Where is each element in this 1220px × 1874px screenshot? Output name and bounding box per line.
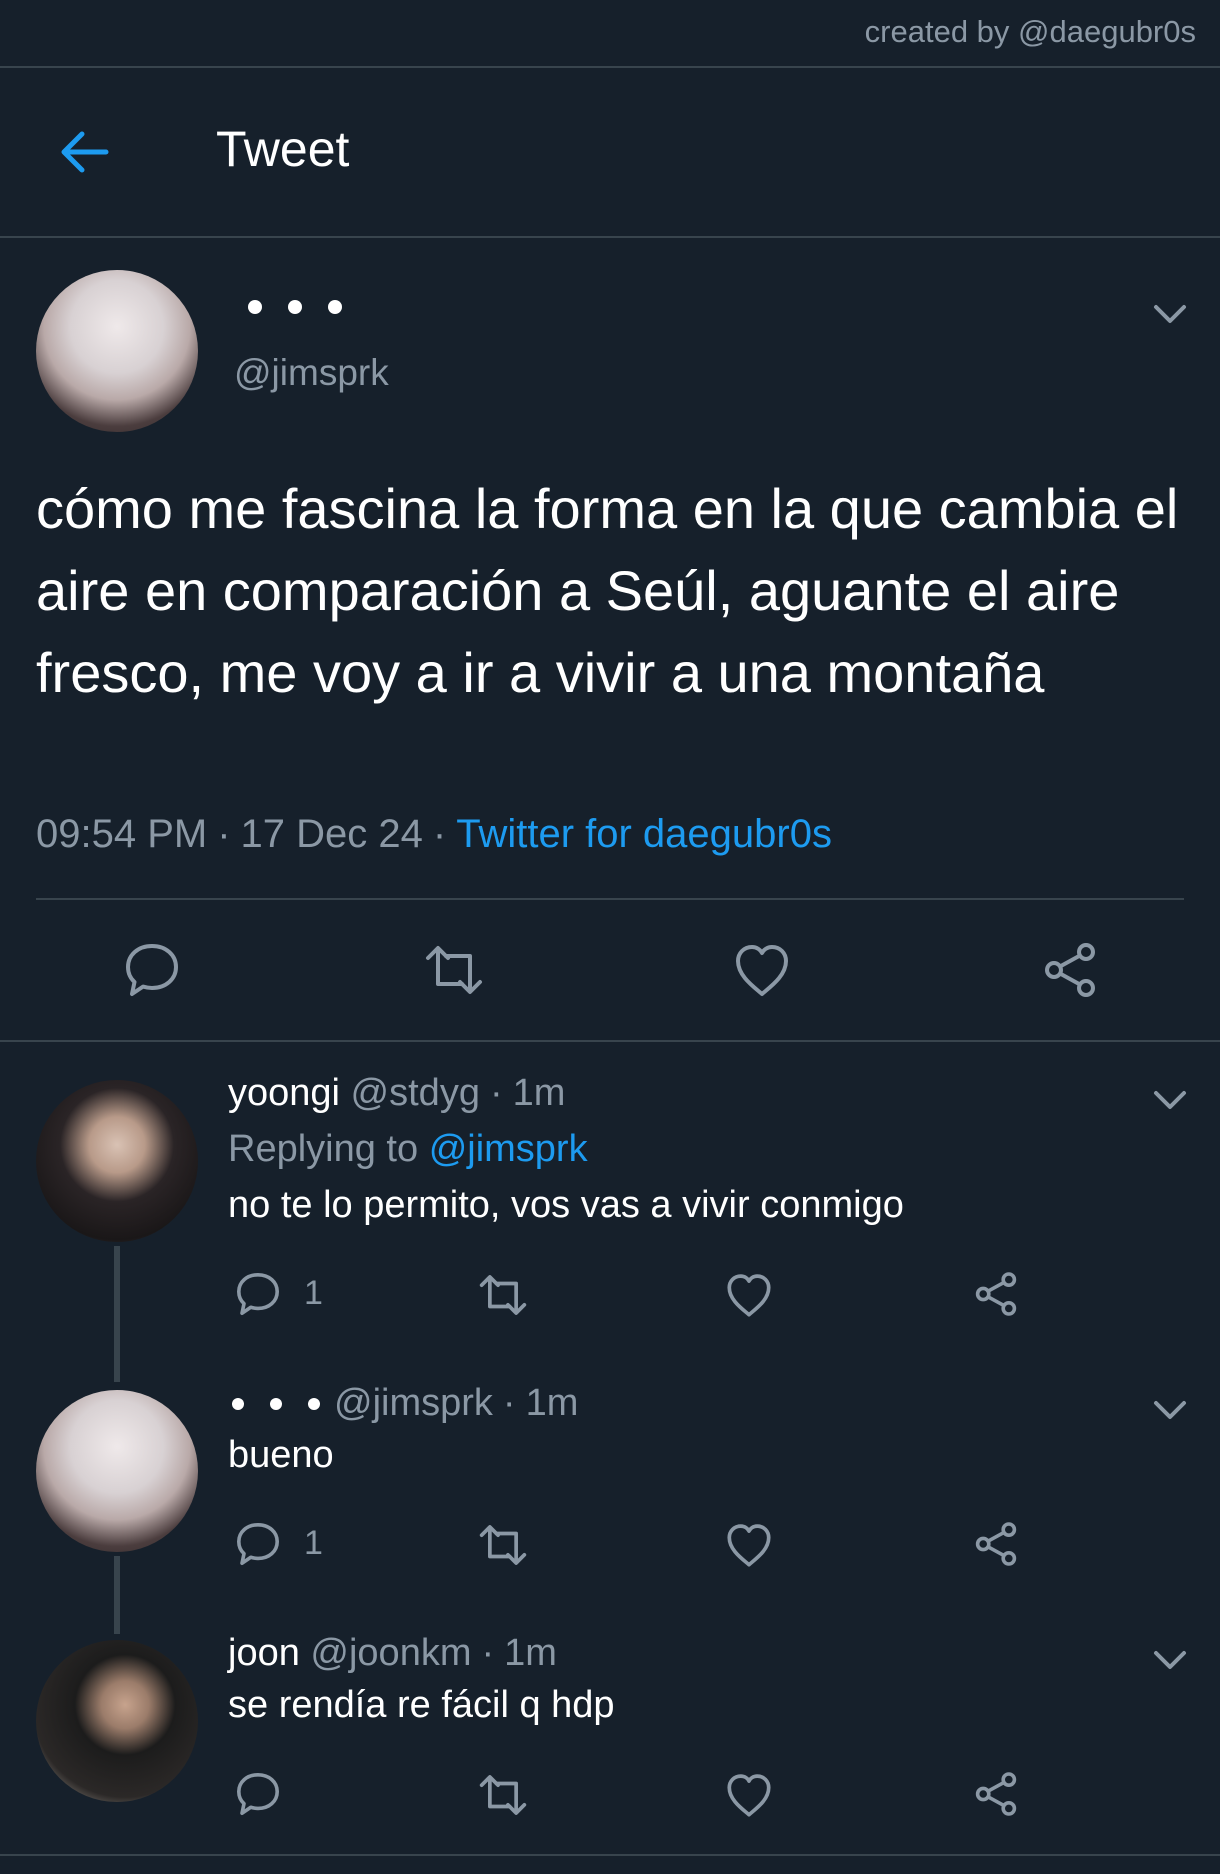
chevron-down-icon[interactable] <box>1152 1648 1188 1672</box>
timestamp: 1m <box>525 1382 579 1424</box>
share-icon[interactable] <box>1040 940 1100 1000</box>
heart-icon[interactable] <box>724 1272 774 1318</box>
reply-header: @jimsprk · 1m <box>228 1382 578 1425</box>
chevron-down-icon[interactable] <box>1152 302 1188 326</box>
reply-text: no te lo permito, vos vas a vivir conmig… <box>228 1184 904 1226</box>
reply-header: joon @joonkm · 1m <box>228 1632 557 1675</box>
arrow-left-icon[interactable] <box>56 124 112 180</box>
display-name[interactable]: yoongi <box>228 1072 340 1114</box>
tweet-meta: 09:54 PM · 17 Dec 24 · Twitter for daegubr0s <box>36 812 832 857</box>
share-icon[interactable] <box>972 1270 1020 1318</box>
tweet-time: 09:54 PM <box>36 812 208 856</box>
display-name[interactable]: joon <box>228 1632 300 1674</box>
retweet-icon[interactable] <box>476 1772 530 1818</box>
chevron-down-icon[interactable] <box>1152 1088 1188 1112</box>
separator: · <box>217 812 231 856</box>
divider <box>0 236 1220 238</box>
chevron-down-icon[interactable] <box>1152 1398 1188 1422</box>
divider <box>36 898 1184 900</box>
author-handle[interactable]: @jimsprk <box>234 352 389 394</box>
tweet-date: 17 Dec 24 <box>240 812 423 856</box>
heart-icon[interactable] <box>732 942 792 998</box>
comment-icon[interactable] <box>234 1270 282 1318</box>
page-title: Tweet <box>216 121 350 177</box>
mention-link[interactable]: @jimsprk <box>429 1128 588 1170</box>
thread-connector <box>114 1556 120 1634</box>
replying-label: Replying to <box>228 1128 419 1170</box>
share-icon[interactable] <box>972 1770 1020 1818</box>
replying-to: Replying to @jimsprk <box>228 1128 588 1171</box>
comment-icon[interactable] <box>234 1520 282 1568</box>
separator: · <box>489 1072 503 1114</box>
watermark-credit: created by @daegubr0s <box>864 14 1196 49</box>
timestamp: 1m <box>512 1072 566 1114</box>
avatar[interactable] <box>36 1080 198 1242</box>
comment-icon[interactable] <box>122 940 182 1000</box>
retweet-icon[interactable] <box>476 1272 530 1318</box>
separator: · <box>432 812 447 856</box>
comment-icon[interactable] <box>234 1770 282 1818</box>
heart-icon[interactable] <box>724 1772 774 1818</box>
reply-count: 1 <box>304 1274 323 1312</box>
avatar[interactable] <box>36 1390 198 1552</box>
tweet-source-link[interactable]: Twitter for daegubr0s <box>456 812 832 856</box>
separator: · <box>481 1632 495 1674</box>
avatar[interactable] <box>36 270 198 432</box>
divider <box>0 1040 1220 1042</box>
tweet-text: cómo me fascina la forma en la que cambi… <box>36 477 1179 704</box>
reply-header: yoongi @stdyg · 1m <box>228 1072 565 1115</box>
divider <box>0 1854 1220 1856</box>
author-handle[interactable]: @joonkm <box>310 1632 471 1674</box>
reply-text: bueno <box>228 1434 334 1476</box>
separator: · <box>502 1382 516 1424</box>
author-handle[interactable]: @stdyg <box>351 1072 480 1114</box>
share-icon[interactable] <box>972 1520 1020 1568</box>
retweet-icon[interactable] <box>476 1522 530 1568</box>
thread-connector <box>114 1246 120 1382</box>
display-name-dots <box>244 300 344 322</box>
reply-count: 1 <box>304 1524 323 1562</box>
timestamp: 1m <box>504 1632 557 1674</box>
top-bar: Tweet <box>0 68 1220 236</box>
avatar[interactable] <box>36 1640 198 1802</box>
reply-text: se rendía re fácil q hdp <box>228 1684 615 1726</box>
heart-icon[interactable] <box>724 1522 774 1568</box>
retweet-icon[interactable] <box>422 942 486 998</box>
display-name-dots <box>228 1397 328 1412</box>
author-handle[interactable]: @jimsprk <box>334 1382 493 1424</box>
